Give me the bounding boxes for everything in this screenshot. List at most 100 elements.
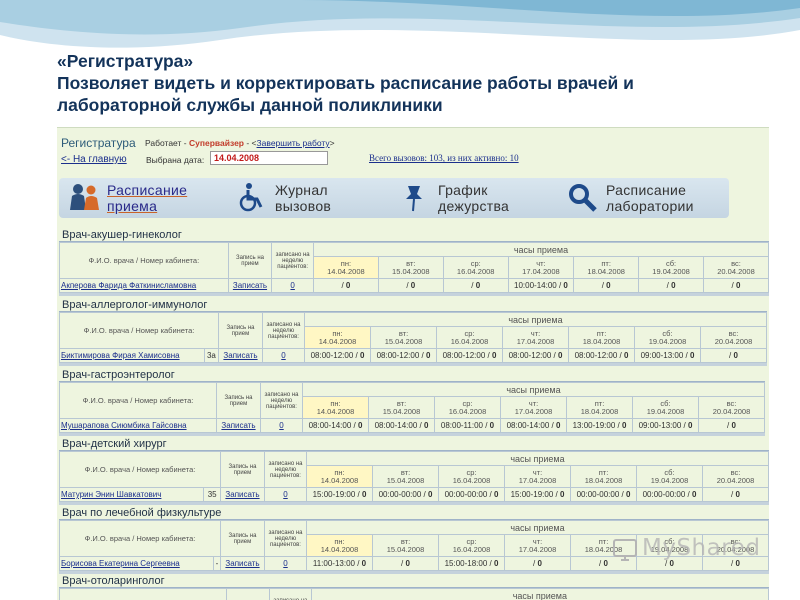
date-field[interactable] [210,151,328,165]
slot-count: 0 [427,490,433,499]
slot-cell[interactable]: / 0 [372,556,439,571]
slot-cell[interactable]: / 0 [700,348,767,363]
slot-cell[interactable]: 00:00-00:00 / 0 [570,487,637,502]
day-header: вт: 15.04.2008 [372,465,439,488]
slot-cell[interactable]: 10:00-14:00 / 0 [507,278,575,293]
doctor-name-link[interactable]: Биктимирова Фирая Хамисовна [59,348,205,363]
slot-time: 11:00-13:00 [312,559,355,568]
slot-cell[interactable]: 15:00-19:00 / 0 [504,487,571,502]
day-header: пт: 18.04.2008 [566,396,633,419]
watermark-logo-icon [613,539,637,561]
day-header: вс: 20.04.2008 [703,256,769,279]
slot-time: 00:00-00:00 [378,490,422,499]
slot-cell[interactable]: 08:00-14:00 / 0 [302,418,369,433]
slot-cell[interactable]: 15:00-18:00 / 0 [438,556,505,571]
slot-cell[interactable]: 08:00-11:00 / 0 [434,418,501,433]
slot-cell[interactable]: 09:00-13:00 / 0 [634,348,701,363]
slot-cell[interactable]: 00:00-00:00 / 0 [438,487,505,502]
slot-cell[interactable]: 00:00-00:00 / 0 [636,487,703,502]
slot-cell[interactable]: / 0 [573,278,640,293]
calls-summary-link[interactable]: Всего вызовов: 103, из них активно: 10 [369,153,519,163]
day-date: 20.04.2008 [714,336,753,346]
menu-label: Журнал вызовов [275,182,332,214]
signup-link[interactable]: Записать [227,278,273,293]
slot-cell[interactable]: 08:00-14:00 / 0 [500,418,567,433]
slot-count: 0 [555,421,561,430]
slot-cell[interactable]: 08:00-12:00 / 0 [436,348,503,363]
booked-count-link[interactable]: 0 [271,278,314,293]
menu-item-schedule[interactable]: Расписание приема [63,178,223,218]
slot-count: 0 [361,490,367,499]
slot-count: 0 [491,351,497,360]
header-hours: часы приема [302,382,765,397]
doctor-name-link[interactable]: Матурин Энин Шавкатович [58,487,205,502]
slot-separator: / [487,559,494,568]
booked-count-link[interactable]: 0 [264,556,307,571]
menu-item-duty-schedule[interactable]: График дежурства [394,178,554,218]
slot-separator: / [485,351,492,360]
room-number: - [212,556,222,571]
day-header: вс: 20.04.2008 [700,326,767,349]
day-header: вт: 15.04.2008 [372,534,439,557]
doctor-specialty: Врач-отоларинголог [59,574,769,588]
slot-cell[interactable]: 08:00-14:00 / 0 [368,418,435,433]
day-date: 17.04.2008 [514,406,553,416]
finish-work-link[interactable]: Завершить работу [257,138,330,148]
slot-cell[interactable]: / 0 [638,278,705,293]
home-link[interactable]: <- На главную [61,154,127,165]
day-header: вт: 15.04.2008 [370,326,437,349]
header-fio: Ф.И.О. врача / Номер кабинета: [59,312,219,349]
slot-count: 0 [537,559,542,568]
day-date: 16.04.2008 [452,475,491,485]
day-header: сб: 19.04.2008 [636,465,703,488]
day-header: ср: 16.04.2008 [436,326,503,349]
slot-cell[interactable]: 13:00-19:00 / 0 [566,418,633,433]
doctor-name-link[interactable]: Мушарапова Сиюмбика Гайсовна [59,418,217,433]
slot-separator: / [617,351,624,360]
signup-link[interactable]: Записать [218,348,263,363]
booked-count-link[interactable]: 0 [262,348,305,363]
slot-count: 0 [405,559,410,568]
day-date: 18.04.2008 [582,336,621,346]
slot-cell[interactable]: / 0 [377,278,444,293]
slot-cell[interactable]: 08:00-12:00 / 0 [568,348,635,363]
header-booked: записано на неделю пациентов: [268,588,312,600]
signup-link[interactable]: Записать [220,487,265,502]
slot-cell[interactable]: 08:00-12:00 / 0 [304,348,371,363]
slot-time: 15:00-19:00 [510,490,554,499]
room-number: 3а [203,348,220,363]
slot-cell[interactable]: / 0 [703,278,769,293]
slot-cell[interactable]: 08:00-12:00 / 0 [370,348,437,363]
doctor-block: Врач-гастроэнтеролог Ф.И.О. врача / Номер… [59,368,765,436]
slot-cell[interactable]: 08:00-12:00 / 0 [502,348,569,363]
slot-cell[interactable]: 11:00-13:00 / 0 [306,556,373,571]
booked-count-link[interactable]: 0 [260,418,303,433]
doctor-name-link[interactable]: Акперова Фарида Фаткинисламовна [59,278,229,293]
slot-cell[interactable]: / 0 [702,487,769,502]
slot-cell[interactable]: 09:00-13:00 / 0 [632,418,699,433]
slot-separator: / [351,421,358,430]
booked-count-link[interactable]: 0 [264,487,307,502]
slot-count: 0 [557,351,563,360]
slot-cell[interactable]: / 0 [698,418,765,433]
slot-cell[interactable]: 00:00-00:00 / 0 [372,487,439,502]
day-header: пн: 14.04.2008 [304,326,371,349]
date-label: Выбрана дата: [146,155,205,165]
signup-link[interactable]: Записать [216,418,261,433]
signup-link[interactable]: Записать [220,556,265,571]
doctor-block: Врач-отоларингологФ.И.О. врача / Номер к… [59,574,769,600]
day-date: 19.04.2008 [646,406,685,416]
day-header: вт: 15.04.2008 [377,256,444,279]
header-booked: записано на неделю пациентов: [264,520,307,557]
app-topbar: Регистратура Работает - Супервайзер - <З… [57,128,769,172]
menu-item-lab-schedule[interactable]: Расписание лаборатории [562,178,727,218]
slot-cell[interactable]: 15:00-19:00 / 0 [306,487,373,502]
slot-cell[interactable]: / 0 [442,278,509,293]
slot-cell[interactable]: / 0 [312,278,379,293]
slide-subheading: Позволяет видеть и корректировать распис… [57,73,634,115]
block-divider [59,363,767,366]
menu-item-calls-journal[interactable]: Журнал вызовов [231,178,381,218]
doctor-name-link[interactable]: Борисова Екатерина Сергеевна [59,556,214,571]
slot-cell[interactable]: / 0 [504,556,571,571]
slot-separator: / [482,421,490,430]
